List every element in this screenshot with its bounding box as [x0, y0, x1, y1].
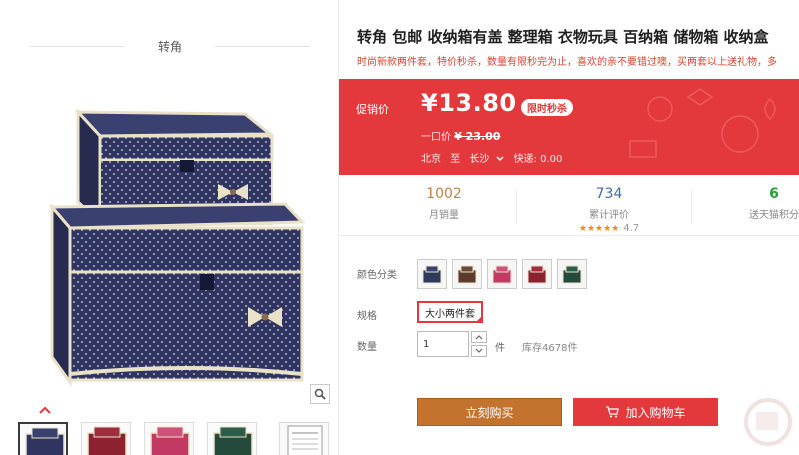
- swatch-pink[interactable]: [487, 259, 517, 289]
- swatch-navy[interactable]: [417, 259, 447, 289]
- magnifier-icon: [314, 388, 326, 400]
- thumbnail-strip: [18, 422, 329, 455]
- decoration-pattern: [629, 88, 776, 158]
- add-to-cart-button[interactable]: 加入购物车: [573, 398, 718, 426]
- chevron-up-icon[interactable]: [38, 405, 52, 415]
- swatch-brown[interactable]: [452, 259, 482, 289]
- ship-from: 北京: [421, 154, 441, 165]
- selected-check-icon: [475, 315, 483, 323]
- flash-sale-badge: 限时秒杀: [521, 99, 573, 116]
- stock-count: 库存4678件: [522, 343, 578, 354]
- cart-icon: [606, 406, 620, 418]
- spec-option-label: 大小两件套: [425, 308, 475, 320]
- buy-now-button[interactable]: 立刻购买: [417, 398, 562, 426]
- thumbnail-green[interactable]: [207, 422, 257, 455]
- thumbnail-pink[interactable]: [144, 422, 194, 455]
- spec-label: 规格: [357, 311, 377, 322]
- reviews-stat[interactable]: 734 累计评价 ★★★★★ 4.7: [539, 186, 679, 234]
- points-label: 送天猫积分: [749, 210, 799, 221]
- watermark-logo: [744, 398, 792, 446]
- thumbnail-red[interactable]: [81, 422, 131, 455]
- color-label: 颜色分类: [357, 270, 397, 281]
- divider: [215, 46, 310, 47]
- chevron-down-icon: [475, 348, 483, 353]
- shipping-info: 北京 至 长沙 快递: 0.00: [421, 150, 568, 165]
- stats-bar: 1002 月销量 734 累计评价 ★★★★★ 4.7 6 送天猫积分: [339, 176, 799, 236]
- ship-to-selector[interactable]: 长沙: [469, 154, 504, 165]
- points-value: 6: [769, 186, 779, 202]
- original-price-value: ¥ 23.00: [454, 130, 501, 143]
- quantity-decrease-button[interactable]: [471, 345, 487, 357]
- quantity-input[interactable]: [417, 331, 469, 357]
- ship-to-label: 至: [450, 154, 461, 165]
- ship-to-city: 长沙: [469, 154, 490, 165]
- star-icons: ★★★★★: [578, 224, 620, 234]
- product-gallery: 转角: [0, 0, 338, 455]
- shipping-fee: 快递: 0.00: [513, 154, 563, 165]
- price-panel: 促销价 ¥13.80 限时秒杀 一口价 ¥ 23.00 北京 至 长沙 快递: …: [339, 79, 799, 175]
- brand-row: 转角: [30, 36, 310, 56]
- quantity-increase-button[interactable]: [471, 331, 487, 343]
- product-title: 转角 包邮 收纳箱有盖 整理箱 衣物玩具 百纳箱 储物箱 收纳盒: [357, 28, 769, 46]
- chevron-down-icon: [496, 156, 504, 162]
- thumbnail-navy[interactable]: [18, 422, 68, 455]
- divider: [691, 190, 692, 224]
- swatch-red[interactable]: [522, 259, 552, 289]
- original-price: 一口价 ¥ 23.00: [421, 128, 500, 143]
- divider: [516, 190, 517, 224]
- main-product-image[interactable]: [40, 92, 310, 392]
- quantity-label: 数量: [357, 342, 377, 353]
- quantity-stepper: [471, 331, 487, 357]
- add-to-cart-label: 加入购物车: [625, 405, 686, 420]
- zoom-button[interactable]: [310, 384, 330, 404]
- original-price-label: 一口价: [421, 132, 451, 143]
- product-subtitle: 时尚新款两件套，特价秒杀，数量有限秒完为止，喜欢的亲不要错过噢，买两套以上送礼物…: [357, 57, 777, 68]
- chevron-up-icon: [475, 335, 483, 340]
- promo-price: ¥13.80: [421, 89, 517, 117]
- monthly-sales-label: 月销量: [429, 210, 459, 221]
- thumbnail-info-card[interactable]: [279, 422, 329, 455]
- promo-label: 促销价: [356, 103, 389, 116]
- product-info: 转角 包邮 收纳箱有盖 整理箱 衣物玩具 百纳箱 储物箱 收纳盒 时尚新款两件套…: [338, 0, 799, 455]
- spec-option-selected[interactable]: 大小两件套: [417, 301, 483, 323]
- buy-now-label: 立刻购买: [465, 405, 514, 420]
- reviews-value: 734: [595, 186, 623, 202]
- swatch-green[interactable]: [557, 259, 587, 289]
- rating-stars: ★★★★★ 4.7: [539, 223, 679, 234]
- monthly-sales-value: 1002: [426, 186, 462, 202]
- monthly-sales-stat: 1002 月销量: [374, 186, 514, 221]
- quantity-unit: 件: [495, 343, 505, 354]
- points-stat: 6 送天猫积分: [704, 186, 799, 221]
- rating-score: 4.7: [623, 223, 640, 234]
- reviews-label: 累计评价: [589, 210, 629, 221]
